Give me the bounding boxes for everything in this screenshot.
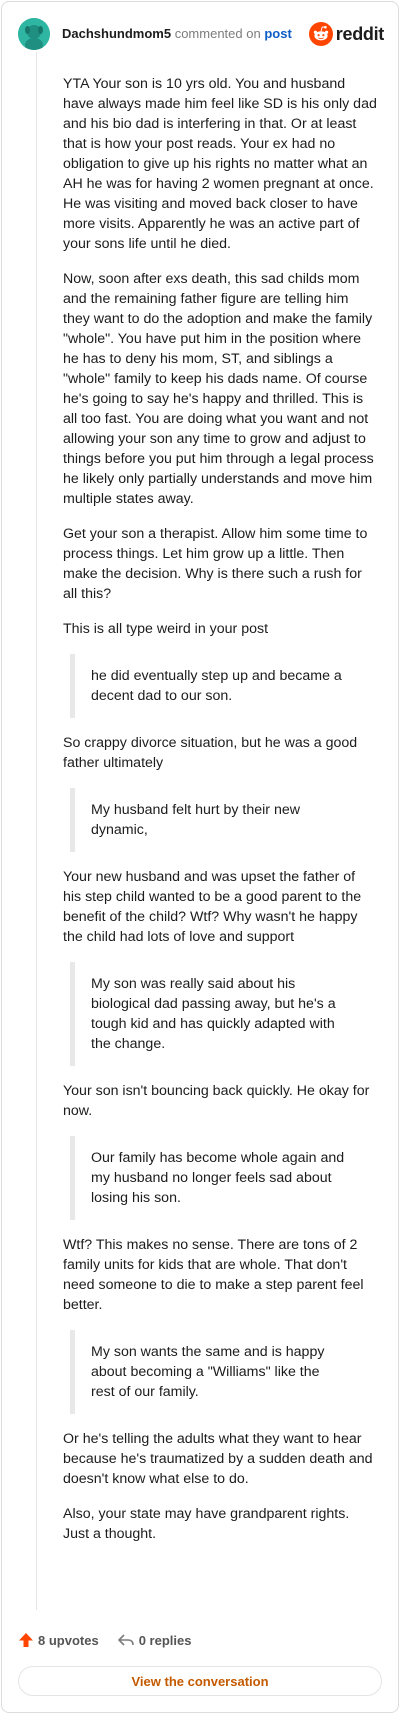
reddit-wordmark: reddit <box>335 23 385 44</box>
comment-footer: 8 upvotes 0 replies <box>18 1632 191 1648</box>
username[interactable]: Dachshundmom5 <box>62 26 171 41</box>
blockquote: he did eventually step up and became a d… <box>70 654 345 718</box>
comment-paragraph: Wtf? This makes no sense. There are tons… <box>63 1237 364 1313</box>
reply-arrow-icon <box>117 1634 134 1646</box>
reply-count: 0 replies <box>138 1632 192 1648</box>
reddit-alien-icon <box>308 22 333 46</box>
dog-avatar-icon[interactable] <box>18 18 50 50</box>
comment-paragraph: Your son isn't bouncing back quickly. He… <box>63 1083 370 1119</box>
comment-paragraph: Also, your state may have grandparent ri… <box>63 1506 350 1542</box>
upvote-button[interactable]: 8 upvotes <box>18 1632 99 1648</box>
upvote-count: 8 upvotes <box>38 1632 99 1648</box>
comment-paragraph: YTA Your son is 10 yrs old. You and husb… <box>63 76 377 252</box>
blockquote: Our family has become whole again and my… <box>70 1136 345 1220</box>
blockquote: My husband felt hurt by their new dynami… <box>70 788 345 852</box>
action-text: commented on <box>174 26 261 41</box>
comment-header: Dachshundmom5 commented on post reddit <box>18 16 384 52</box>
upvote-arrow-icon <box>19 1633 33 1647</box>
blockquote: My son was really said about his biologi… <box>70 962 345 1066</box>
comment-body: YTA Your son is 10 yrs old. You and husb… <box>63 74 377 1559</box>
blockquote: My son wants the same and is happy about… <box>70 1330 345 1414</box>
thread-line[interactable] <box>36 52 37 1610</box>
comment-paragraph: Or he's telling the adults what they wan… <box>63 1431 373 1487</box>
comment-paragraph: Get your son a therapist. Allow him some… <box>63 526 368 602</box>
comment-paragraph: So crappy divorce situation, but he was … <box>63 735 358 771</box>
view-conversation-button[interactable]: View the conversation <box>18 1666 382 1696</box>
comment-meta: Dachshundmom5 commented on post <box>62 25 292 43</box>
reddit-logo[interactable]: reddit <box>308 22 385 46</box>
comment-paragraph: This is all type weird in your post <box>63 621 269 637</box>
post-link[interactable]: post <box>264 26 291 41</box>
reply-button[interactable]: 0 replies <box>117 1632 192 1648</box>
comment-card: Dachshundmom5 commented on post reddit Y… <box>1 1 399 1713</box>
comment-paragraph: Your new husband and was upset the fathe… <box>63 869 362 945</box>
comment-paragraph: Now, soon after exs death, this sad chil… <box>63 271 374 507</box>
